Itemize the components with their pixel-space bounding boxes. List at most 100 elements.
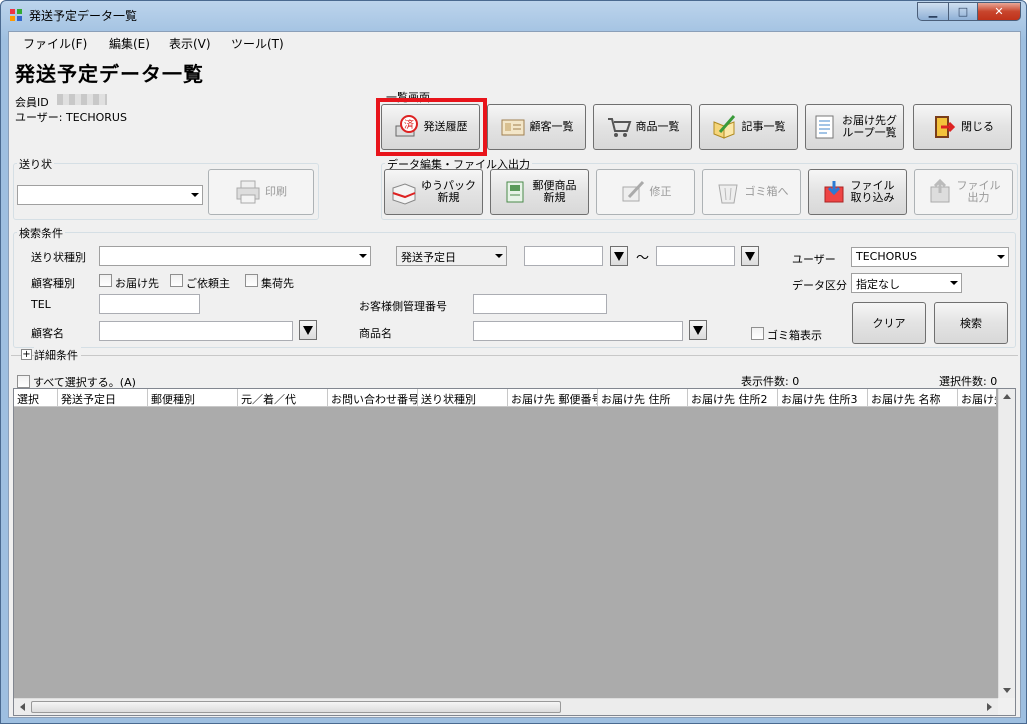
details-label[interactable]: 詳細条件 <box>34 347 81 363</box>
user-select-value: TECHORUS <box>856 250 917 263</box>
details-divider <box>11 355 1018 356</box>
highlight-box <box>376 98 487 156</box>
product-name-input[interactable] <box>473 321 683 341</box>
data-class-label: データ区分 <box>792 279 847 292</box>
menu-bar: ファイル(F) 編集(E) 表示(V) ツール(T) <box>9 32 1020 54</box>
address-book-icon <box>501 119 524 136</box>
scroll-left-icon[interactable] <box>19 703 25 711</box>
slip-caption: 送り状 <box>17 156 54 172</box>
postal-product-new-button[interactable]: 郵便商品 新規 <box>490 169 589 215</box>
article-list-button[interactable]: 記事一覧 <box>699 104 798 150</box>
horizontal-scroll-thumb[interactable] <box>31 701 561 713</box>
product-list-label: 商品一覧 <box>635 120 680 133</box>
pickup-checkbox-label: 集荷先 <box>261 277 294 290</box>
member-id-redacted <box>57 94 107 105</box>
close-window-button[interactable]: ✕ <box>977 2 1021 21</box>
parcel-box-icon <box>392 183 416 205</box>
column-header[interactable]: 郵便種別 <box>148 389 238 406</box>
maximize-button[interactable]: □ <box>948 2 978 21</box>
trash-display-checkbox[interactable] <box>751 327 764 340</box>
slip-type-label: 送り状種別 <box>31 251 86 264</box>
product-name-label: 商品名 <box>359 327 392 340</box>
edit-pen-icon <box>622 180 644 202</box>
delivery-checkbox[interactable] <box>99 274 112 287</box>
horizontal-scrollbar[interactable] <box>14 698 998 715</box>
scroll-right-icon[interactable] <box>987 703 993 711</box>
user-label: ユーザー: TECHORUS <box>15 111 127 124</box>
edit-button[interactable]: 修正 <box>596 169 695 215</box>
trash-label: ゴミ箱へ <box>744 185 789 198</box>
document-list-icon <box>815 115 834 139</box>
column-header[interactable]: 発送予定日 <box>58 389 148 406</box>
slip-select[interactable] <box>17 185 203 205</box>
customer-list-button[interactable]: 顧客一覧 <box>487 104 586 150</box>
delivery-checkbox-label: お届け先 <box>115 277 159 290</box>
file-export-label: ファイル 出力 <box>956 179 1001 204</box>
column-header[interactable]: 選択 <box>14 389 58 406</box>
menu-tools[interactable]: ツール(T) <box>231 35 284 52</box>
select-all-checkbox[interactable] <box>17 375 30 388</box>
menu-view[interactable]: 表示(V) <box>169 35 211 52</box>
column-header[interactable]: お問い合わせ番号 <box>328 389 418 406</box>
customer-name-lookup-button[interactable] <box>299 320 317 340</box>
column-header[interactable]: お届け先 住所2 <box>688 389 778 406</box>
vertical-scrollbar[interactable] <box>998 389 1015 698</box>
date-from-picker-button[interactable] <box>610 246 628 266</box>
file-export-icon <box>930 179 949 203</box>
slip-type-select[interactable] <box>99 246 371 266</box>
pickup-checkbox[interactable] <box>245 274 258 287</box>
customer-name-label: 顧客名 <box>31 327 64 340</box>
client-checkbox-label: ご依頼主 <box>186 277 230 290</box>
customer-name-input[interactable] <box>99 321 293 341</box>
column-header[interactable]: お届け先 郵便番号 <box>508 389 598 406</box>
trash-button[interactable]: ゴミ箱へ <box>702 169 801 215</box>
printer-icon <box>236 180 260 204</box>
scrollbar-corner <box>998 698 1015 715</box>
mgmt-number-input[interactable] <box>473 294 607 314</box>
product-name-lookup-button[interactable] <box>689 320 707 340</box>
date-type-value: 発送予定日 <box>401 251 456 264</box>
search-button[interactable]: 検索 <box>934 302 1008 344</box>
yupack-new-label: ゆうパック 新規 <box>421 179 476 204</box>
menu-file[interactable]: ファイル(F) <box>23 35 87 52</box>
column-header[interactable]: お届け先 名称 <box>868 389 958 406</box>
date-to-picker-button[interactable] <box>741 246 759 266</box>
print-button[interactable]: 印刷 <box>208 169 314 215</box>
date-type-select[interactable]: 発送予定日 <box>396 246 507 266</box>
delivery-group-list-button[interactable]: お届け先グ ループ一覧 <box>805 104 904 150</box>
member-id-label: 会員ID <box>15 96 49 109</box>
data-grid[interactable]: 選択 発送予定日 郵便種別 元／着／代 お問い合わせ番号 送り状種別 お届け先 … <box>13 388 1016 716</box>
date-to-input[interactable] <box>656 246 735 266</box>
user-select[interactable]: TECHORUS <box>851 247 1009 267</box>
minimize-button[interactable]: ▁ <box>917 2 949 21</box>
column-header[interactable]: お届け先 <box>958 389 996 406</box>
expand-plus-icon[interactable]: + <box>21 349 32 360</box>
yupack-new-button[interactable]: ゆうパック 新規 <box>384 169 483 215</box>
tel-input[interactable] <box>99 294 200 314</box>
customer-list-label: 顧客一覧 <box>529 120 574 133</box>
edit-label: 修正 <box>649 185 672 198</box>
scroll-up-icon[interactable] <box>1003 393 1011 399</box>
shopping-cart-icon <box>607 118 631 137</box>
scroll-down-icon[interactable] <box>1003 688 1011 694</box>
customer-type-label: 顧客種別 <box>31 277 75 290</box>
date-from-input[interactable] <box>524 246 603 266</box>
date-range-tilde: ～ <box>636 251 650 266</box>
product-list-button[interactable]: 商品一覧 <box>593 104 692 150</box>
column-header[interactable]: 元／着／代 <box>238 389 328 406</box>
close-button[interactable]: 閉じる <box>913 104 1012 150</box>
grid-header: 選択 発送予定日 郵便種別 元／着／代 お問い合わせ番号 送り状種別 お届け先 … <box>14 389 996 407</box>
menu-edit[interactable]: 編集(E) <box>109 35 150 52</box>
file-import-button[interactable]: ファイル 取り込み <box>808 169 907 215</box>
search-caption: 検索条件 <box>17 225 65 241</box>
trash-display-label: ゴミ箱表示 <box>767 329 822 342</box>
file-export-button[interactable]: ファイル 出力 <box>914 169 1013 215</box>
client-checkbox[interactable] <box>170 274 183 287</box>
column-header[interactable]: お届け先 住所3 <box>778 389 868 406</box>
clear-button[interactable]: クリア <box>852 302 926 344</box>
data-class-select[interactable]: 指定なし <box>851 273 962 293</box>
column-header[interactable]: お届け先 住所 <box>598 389 688 406</box>
close-label: 閉じる <box>961 120 994 133</box>
main-window: 発送予定データ一覧 ▁ □ ✕ ファイル(F) 編集(E) 表示(V) ツール(… <box>0 0 1027 724</box>
column-header[interactable]: 送り状種別 <box>418 389 508 406</box>
